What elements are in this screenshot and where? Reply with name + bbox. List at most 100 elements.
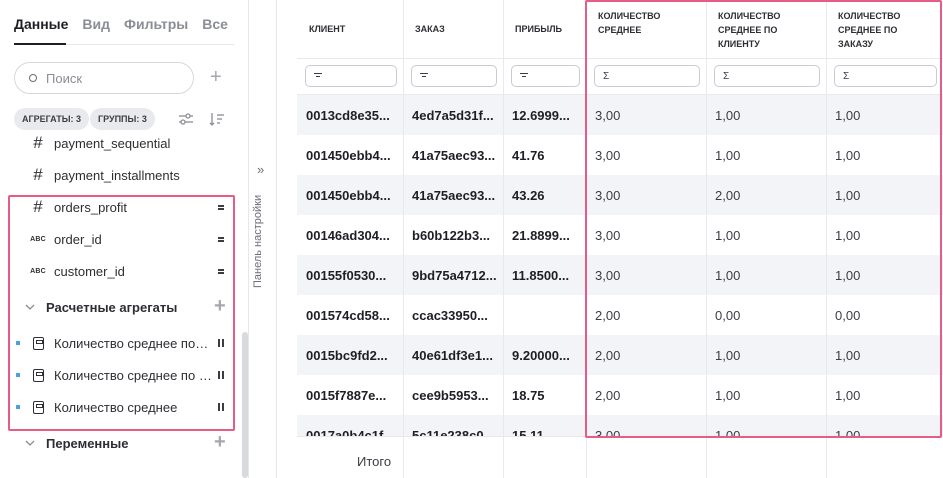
drag-handle-icon[interactable] bbox=[218, 203, 224, 211]
cell-order: 9bd75a4712... bbox=[412, 267, 497, 283]
field-label: order_id bbox=[54, 231, 102, 247]
cell-avg-qty-by-client: 1,00 bbox=[715, 267, 741, 283]
table-row[interactable]: 00155f0530... 9bd75a4712... 11.8500... 3,00… bbox=[297, 255, 943, 295]
column-separator bbox=[503, 0, 504, 95]
cell-avg-qty-by-order: 1,00 bbox=[835, 227, 861, 243]
field-label: orders_profit bbox=[54, 199, 127, 215]
sigma-icon: Σ bbox=[723, 70, 730, 82]
cell-avg-qty-by-order: 0,00 bbox=[835, 307, 861, 323]
field-item[interactable]: # payment_sequential bbox=[0, 132, 240, 159]
active-tab-indicator bbox=[14, 43, 66, 45]
cell-client: 0015bc9fd2... bbox=[306, 347, 388, 363]
table-row[interactable]: 0015f7887e... cee9b5953... 18.75 2,00 1,00 1,… bbox=[297, 375, 943, 415]
column-header-avg-qty[interactable]: КОЛИЧЕСТВО СРЕДНЕЕ bbox=[586, 0, 706, 58]
drag-handle-icon[interactable] bbox=[218, 339, 224, 347]
cell-avg-qty: 3,00 bbox=[595, 187, 621, 203]
settings-sliders-icon[interactable] bbox=[177, 110, 195, 128]
panel-tabs: Данные Вид Фильтры Все bbox=[14, 16, 228, 32]
cell-order: 41a75aec93... bbox=[412, 187, 496, 203]
table-row[interactable]: 0013cd8e35... 4ed7a5d31f... 12.6999... 3,00… bbox=[297, 95, 943, 135]
cell-avg-qty-by-order: 1,00 bbox=[835, 387, 861, 403]
add-calculated-button[interactable]: + bbox=[214, 296, 226, 316]
field-item[interactable]: ABC order_id bbox=[0, 223, 240, 255]
cell-avg-qty: 3,00 bbox=[595, 227, 621, 243]
hash-icon: # bbox=[33, 197, 43, 216]
cell-order: ccac33950... bbox=[412, 307, 488, 323]
fields-list: # payment_sequential # payment_installme… bbox=[0, 132, 240, 478]
field-item[interactable]: ABC customer_id bbox=[0, 255, 240, 287]
tab-all[interactable]: Все bbox=[202, 16, 228, 32]
filter-icon bbox=[420, 73, 428, 79]
tab-view[interactable]: Вид bbox=[82, 16, 110, 32]
search-icon bbox=[29, 74, 37, 82]
add-variable-button[interactable]: + bbox=[214, 432, 226, 452]
cell-client: 001450ebb4... bbox=[306, 187, 391, 203]
cell-profit: 43.26 bbox=[512, 187, 545, 203]
cell-order: 4ed7a5d31f... bbox=[412, 107, 494, 123]
column-separator bbox=[503, 437, 504, 478]
column-separator bbox=[586, 437, 587, 478]
table-row[interactable]: 001450ebb4... 41a75aec93... 41.76 3,00 1,00 1… bbox=[297, 135, 943, 175]
field-item[interactable]: # payment_installments bbox=[0, 159, 240, 191]
column-separator bbox=[706, 0, 707, 95]
calculator-icon bbox=[33, 400, 44, 414]
tab-filters[interactable]: Фильтры bbox=[124, 16, 188, 32]
cell-avg-qty-by-order: 1,00 bbox=[835, 107, 861, 123]
chevron-down-icon bbox=[25, 304, 35, 310]
sigma-icon: Σ bbox=[603, 70, 610, 82]
table-row[interactable]: 001450ebb4... 41a75aec93... 43.26 3,00 2,00 1… bbox=[297, 175, 943, 215]
drag-handle-icon[interactable] bbox=[218, 235, 224, 243]
table-footer: Итого bbox=[297, 436, 943, 478]
field-item[interactable]: # orders_profit bbox=[0, 191, 240, 223]
cell-avg-qty-by-order: 1,00 bbox=[835, 147, 861, 163]
calculator-icon bbox=[33, 336, 44, 350]
column-header-profit[interactable]: ПРИБЫЛЬ bbox=[503, 0, 586, 58]
drag-handle-icon[interactable] bbox=[218, 267, 224, 275]
calculated-item[interactable]: Количество среднее по заказу bbox=[0, 359, 240, 391]
cell-avg-qty-by-order: 1,00 bbox=[835, 187, 861, 203]
cell-avg-qty-by-client: 1,00 bbox=[715, 147, 741, 163]
column-filter-input[interactable] bbox=[411, 65, 497, 87]
aggregate-filter-input[interactable]: Σ bbox=[834, 65, 937, 87]
cell-profit: 41.76 bbox=[512, 147, 545, 163]
aggregates-chip[interactable]: АГРЕГАТЫ: 3 bbox=[14, 108, 90, 130]
column-header-order[interactable]: ЗАКАЗ bbox=[403, 0, 503, 58]
cell-avg-qty-by-client: 2,00 bbox=[715, 187, 741, 203]
column-separator bbox=[403, 0, 404, 95]
chevron-down-icon bbox=[25, 440, 35, 446]
add-field-button[interactable]: + bbox=[210, 67, 222, 87]
groups-chip[interactable]: ГРУППЫ: 3 bbox=[90, 108, 155, 130]
cell-profit: 21.8899... bbox=[512, 227, 570, 243]
section-variables[interactable]: Переменные + bbox=[0, 427, 240, 459]
column-header-label: КОЛИЧЕСТВО СРЕДНЕЕ ПО ЗАКАЗУ bbox=[838, 11, 901, 49]
drag-handle-icon[interactable] bbox=[218, 371, 224, 379]
tab-data[interactable]: Данные bbox=[14, 16, 68, 32]
drag-handle-icon[interactable] bbox=[218, 403, 224, 411]
column-header-label: КЛИЕНТ bbox=[309, 24, 346, 34]
cell-avg-qty: 3,00 bbox=[595, 147, 621, 163]
calculated-label: Количество среднее bbox=[54, 399, 178, 415]
calculated-item[interactable]: Количество среднее bbox=[0, 391, 240, 423]
filter-icon bbox=[520, 73, 528, 79]
column-header-client[interactable]: КЛИЕНТ bbox=[297, 0, 403, 58]
aggregate-filter-input[interactable]: Σ bbox=[714, 65, 820, 87]
section-calculated-aggregates[interactable]: Расчетные агрегаты + bbox=[0, 291, 240, 323]
search-input[interactable]: Поиск bbox=[14, 62, 194, 94]
sort-icon[interactable] bbox=[208, 110, 226, 128]
cell-profit bbox=[503, 295, 586, 335]
calculated-item[interactable]: Количество среднее по клиенту bbox=[0, 327, 240, 359]
column-header-label: КОЛИЧЕСТВО СРЕДНЕЕ bbox=[598, 11, 661, 35]
table-row[interactable]: 00146ad304... b60b122b3... 21.8899... 3,00 1… bbox=[297, 215, 943, 255]
header-divider bbox=[297, 58, 943, 59]
column-filter-input[interactable] bbox=[305, 65, 397, 87]
column-header-avg-qty-by-client[interactable]: КОЛИЧЕСТВО СРЕДНЕЕ ПО КЛИЕНТУ bbox=[706, 0, 826, 58]
table-row[interactable]: 0015bc9fd2... 40e61df3e1... 9.20000... 2,00… bbox=[297, 335, 943, 375]
column-header-avg-qty-by-order[interactable]: КОЛИЧЕСТВО СРЕДНЕЕ ПО ЗАКАЗУ bbox=[826, 0, 943, 58]
settings-panel-toggle[interactable]: » Панель настройки bbox=[249, 0, 277, 478]
table-row[interactable]: 001574cd58... ccac33950... 2,00 0,00 0,00 bbox=[297, 295, 943, 335]
column-filter-input[interactable] bbox=[511, 65, 580, 87]
search-placeholder: Поиск bbox=[46, 70, 83, 86]
aggregate-filter-input[interactable]: Σ bbox=[594, 65, 700, 87]
calculated-label: Количество среднее по заказу bbox=[54, 367, 216, 383]
sigma-icon: Σ bbox=[843, 70, 850, 82]
